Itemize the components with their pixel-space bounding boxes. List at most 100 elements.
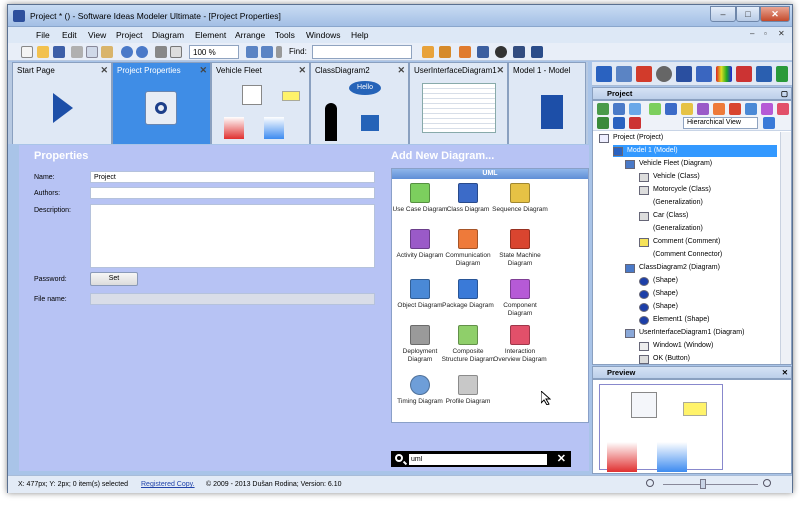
description-field[interactable]	[90, 204, 375, 268]
app-icon[interactable]	[13, 10, 25, 22]
send-backward-icon[interactable]	[439, 46, 451, 58]
communication-diagram-button[interactable]: Communication Diagram	[440, 229, 496, 277]
composite-structure-diagram-button[interactable]: Composite Structure Diagram	[440, 325, 496, 373]
menu-project[interactable]: Project	[116, 30, 142, 40]
mdi-minimize-button[interactable]: –	[750, 29, 754, 38]
copy-icon[interactable]	[86, 46, 98, 58]
class-icon[interactable]	[665, 103, 677, 115]
tree-item[interactable]: Model 1 (Model)	[613, 145, 777, 157]
tree-item[interactable]: (Generalization)	[639, 223, 703, 235]
menu-arrange[interactable]: Arrange	[235, 30, 265, 40]
close-button[interactable]: ✕	[760, 6, 790, 22]
gear-icon[interactable]	[495, 46, 507, 58]
tab-class-diagram-2[interactable]: ClassDiagram2 ✕ Hello	[310, 62, 409, 144]
tab-start-page[interactable]: Start Page ✕	[12, 62, 112, 144]
paste-icon[interactable]	[101, 46, 113, 58]
class-diagram-button[interactable]: Class Diagram	[440, 183, 496, 231]
registered-link[interactable]: Registered Copy.	[141, 481, 195, 488]
open-folder-icon[interactable]	[37, 46, 49, 58]
tree-item[interactable]: Element1 (Shape)	[639, 314, 709, 326]
filename-field[interactable]	[90, 293, 375, 305]
communication-icon[interactable]	[713, 103, 725, 115]
title-bar[interactable]: Project * () - Software Ideas Modeler Ul…	[8, 5, 792, 27]
state-machine-diagram-button[interactable]: State Machine Diagram	[492, 229, 548, 277]
interaction-overview-diagram-button[interactable]: Interaction Overview Diagram	[492, 325, 548, 373]
diagram-search-input[interactable]	[409, 454, 547, 465]
diagram-icon[interactable]	[613, 103, 625, 115]
close-icon[interactable]: ✕	[397, 65, 405, 76]
tree-item[interactable]: Window1 (Window)	[639, 340, 713, 352]
align-icon[interactable]	[246, 46, 258, 58]
close-icon[interactable]: ✕	[782, 367, 788, 378]
project-view-icon[interactable]	[596, 66, 612, 82]
component-icon[interactable]	[761, 103, 773, 115]
tree-scrollbar[interactable]	[780, 132, 791, 364]
close-icon[interactable]: ✕	[496, 65, 504, 76]
add-icon[interactable]	[597, 103, 609, 115]
print-preview-icon[interactable]	[170, 46, 182, 58]
new-file-icon[interactable]	[21, 46, 33, 58]
network-icon[interactable]	[513, 46, 525, 58]
function-icon[interactable]	[696, 66, 712, 82]
clear-search-icon[interactable]: ✕	[557, 452, 566, 465]
zoom-select[interactable]: 100 %	[189, 45, 239, 59]
close-icon[interactable]: ✕	[100, 65, 108, 76]
sequence-diagram-button[interactable]: Sequence Diagram	[492, 183, 548, 231]
menu-help[interactable]: Help	[351, 30, 368, 40]
colors-icon[interactable]	[716, 66, 732, 82]
mdi-close-button[interactable]: ✕	[778, 29, 785, 38]
tab-user-interface-diagram-1[interactable]: UserInterfaceDiagram1 ✕	[409, 62, 508, 144]
zoom-slider-thumb[interactable]	[700, 479, 706, 489]
zoom-in-icon[interactable]	[763, 479, 771, 487]
save-icon[interactable]	[53, 46, 65, 58]
mdi-restore-button[interactable]: ▫	[764, 29, 767, 38]
print-icon[interactable]	[155, 46, 167, 58]
tree-item[interactable]: (Generalization)	[639, 197, 703, 209]
styles-icon[interactable]	[736, 66, 752, 82]
uml-group-header[interactable]: UML	[392, 169, 588, 179]
zoom-slider[interactable]	[663, 484, 758, 485]
zoom-out-icon[interactable]	[646, 479, 654, 487]
model-icon[interactable]	[629, 103, 641, 115]
close-icon[interactable]: ✕	[199, 65, 207, 76]
filter-icon[interactable]	[763, 117, 775, 129]
find-input[interactable]	[312, 45, 412, 59]
view-mode-select[interactable]: Hierarchical View	[683, 117, 758, 129]
align-bottom-icon[interactable]	[261, 46, 273, 58]
name-field[interactable]: Project	[90, 171, 375, 183]
tab-model-1[interactable]: Model 1 - Model	[508, 62, 586, 144]
tree-item[interactable]: ClassDiagram2 (Diagram)	[625, 262, 720, 274]
group-icon[interactable]	[459, 46, 471, 58]
check-icon[interactable]	[776, 66, 788, 82]
font-icon[interactable]	[676, 66, 692, 82]
tree-item[interactable]: (Comment Connector)	[639, 249, 722, 261]
close-icon[interactable]: ✕	[298, 65, 306, 76]
layers-icon[interactable]	[756, 66, 772, 82]
layout-icon[interactable]	[477, 46, 489, 58]
tree-item[interactable]: (Shape)	[639, 275, 678, 287]
set-password-button[interactable]: Set	[90, 272, 138, 286]
menu-tools[interactable]: Tools	[275, 30, 295, 40]
gear-icon[interactable]	[656, 66, 672, 82]
authors-field[interactable]	[90, 187, 375, 199]
maximize-button[interactable]: □	[736, 6, 760, 22]
activity-icon[interactable]	[697, 103, 709, 115]
tree-item[interactable]: (Shape)	[639, 301, 678, 313]
interaction-icon[interactable]	[777, 103, 789, 115]
tree-item[interactable]: OK (Button)	[639, 353, 690, 365]
tree-item[interactable]: Vehicle (Class)	[639, 171, 700, 183]
menu-edit[interactable]: Edit	[62, 30, 77, 40]
state-icon[interactable]	[729, 103, 741, 115]
tree-item[interactable]: Project (Project)	[599, 132, 663, 144]
tab-project-properties[interactable]: Project Properties ✕	[112, 62, 211, 144]
use-case-icon[interactable]	[649, 103, 661, 115]
tree-item[interactable]: Car (Class)	[639, 210, 688, 222]
properties-icon[interactable]	[616, 66, 632, 82]
distribute-icon[interactable]	[531, 46, 543, 58]
profile-diagram-button[interactable]: Profile Diagram	[440, 375, 496, 423]
tree-item[interactable]: Comment (Comment)	[639, 236, 720, 248]
tree-item[interactable]: Vehicle Fleet (Diagram)	[625, 158, 712, 170]
tree-item[interactable]: UserInterfaceDiagram1 (Diagram)	[625, 327, 744, 339]
refresh-icon[interactable]	[597, 117, 609, 129]
object-icon[interactable]	[745, 103, 757, 115]
